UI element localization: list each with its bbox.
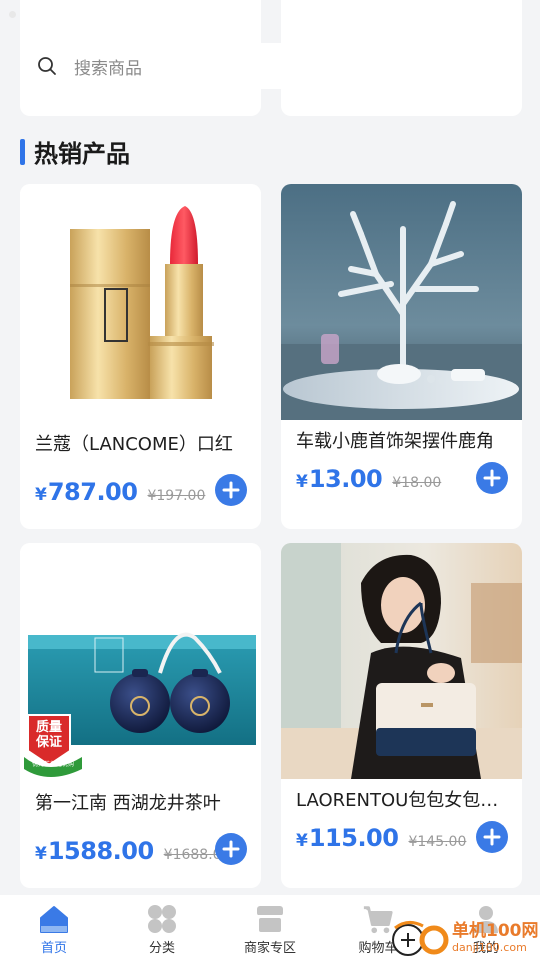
product-original-price: ¥145.00 — [408, 834, 467, 850]
add-to-cart-button[interactable] — [215, 833, 247, 865]
product-image-lipstick[interactable] — [20, 184, 261, 420]
currency-symbol: ¥ — [296, 472, 308, 492]
store-icon — [254, 903, 286, 935]
add-to-cart-button[interactable] — [215, 474, 247, 506]
product-image-tea-set[interactable]: 质量 保证 优先苦养无忧购 — [20, 543, 261, 779]
plus-icon — [483, 469, 501, 487]
tab-merchant[interactable]: 商家专区 — [216, 895, 324, 960]
add-to-cart-button[interactable] — [476, 462, 508, 494]
currency-symbol: ¥ — [35, 485, 47, 505]
product-card[interactable]: 兰蔻（LANCOME）口红 ¥ 787.00 ¥197.00 — [20, 184, 261, 529]
tab-home-label: 首页 — [40, 941, 67, 956]
tab-merchant-label: 商家专区 — [243, 941, 296, 956]
product-image-handbag[interactable] — [281, 543, 522, 779]
price-row: ¥ 13.00 ¥18.00 — [296, 465, 441, 493]
currency-symbol: ¥ — [296, 831, 308, 851]
tab-category[interactable]: 分类 — [108, 895, 216, 960]
watermark-logo — [390, 916, 450, 960]
search-input[interactable]: 搜索商品 — [74, 54, 142, 79]
product-card[interactable]: 质量 保证 优先苦养无忧购 第一江南 西湖龙井茶叶 ¥ 1588.00 ¥168… — [20, 543, 261, 888]
currency-symbol: ¥ — [35, 844, 47, 864]
watermark-url: danji100.com — [452, 941, 527, 954]
product-original-price: ¥197.00 — [147, 488, 206, 504]
product-card[interactable]: LAORENTOU包包女包斜挎 ¥ 115.00 ¥145.00 — [281, 543, 522, 888]
top-banner-area: 搜索商品 — [20, 0, 522, 116]
price-row: ¥ 787.00 ¥197.00 — [35, 478, 205, 506]
category-icon — [146, 903, 178, 935]
price-row: ¥ 1588.00 ¥1688.00 — [35, 837, 230, 865]
top-card-right — [281, 0, 522, 116]
product-price: 787.00 — [47, 478, 138, 506]
status-dot — [9, 11, 16, 18]
home-icon — [38, 903, 70, 935]
section-accent-bar — [20, 138, 25, 165]
badge-line-2: 保证 — [35, 735, 62, 750]
product-name[interactable]: LAORENTOU包包女包斜挎 — [296, 786, 508, 812]
price-row: ¥ 115.00 ¥145.00 — [296, 824, 466, 852]
add-to-cart-button[interactable] — [476, 821, 508, 853]
product-price: 1588.00 — [47, 837, 154, 865]
watermark-name: 单机100网 — [452, 921, 539, 941]
product-price: 115.00 — [308, 824, 399, 852]
search-bar[interactable]: 搜索商品 — [20, 43, 302, 89]
tab-category-label: 分类 — [148, 941, 175, 956]
product-card[interactable]: 车载小鹿首饰架摆件鹿角 ¥ 13.00 ¥18.00 — [281, 184, 522, 529]
product-price: 13.00 — [308, 465, 383, 493]
plus-icon — [222, 481, 240, 499]
product-name[interactable]: 第一江南 西湖龙井茶叶 — [35, 789, 247, 815]
quality-badge: 质量 保证 — [28, 720, 70, 750]
section-header: 热销产品 — [20, 134, 130, 169]
badge-ribbon-text: 优先苦养无忧购 — [31, 761, 74, 768]
watermark: 单机100网 danji100.com — [390, 915, 540, 960]
search-icon — [20, 56, 74, 76]
product-name[interactable]: 车载小鹿首饰架摆件鹿角 — [296, 427, 508, 453]
plus-icon — [222, 840, 240, 858]
product-original-price: ¥18.00 — [392, 475, 442, 491]
product-name[interactable]: 兰蔻（LANCOME）口红 — [35, 430, 247, 456]
badge-line-1: 质量 — [35, 720, 62, 735]
section-title: 热销产品 — [34, 140, 130, 168]
tab-home[interactable]: 首页 — [0, 895, 108, 960]
plus-icon — [483, 828, 501, 846]
product-image-jewelry-stand[interactable] — [281, 184, 522, 420]
watermark-text: 单机100网 danji100.com — [452, 921, 539, 954]
